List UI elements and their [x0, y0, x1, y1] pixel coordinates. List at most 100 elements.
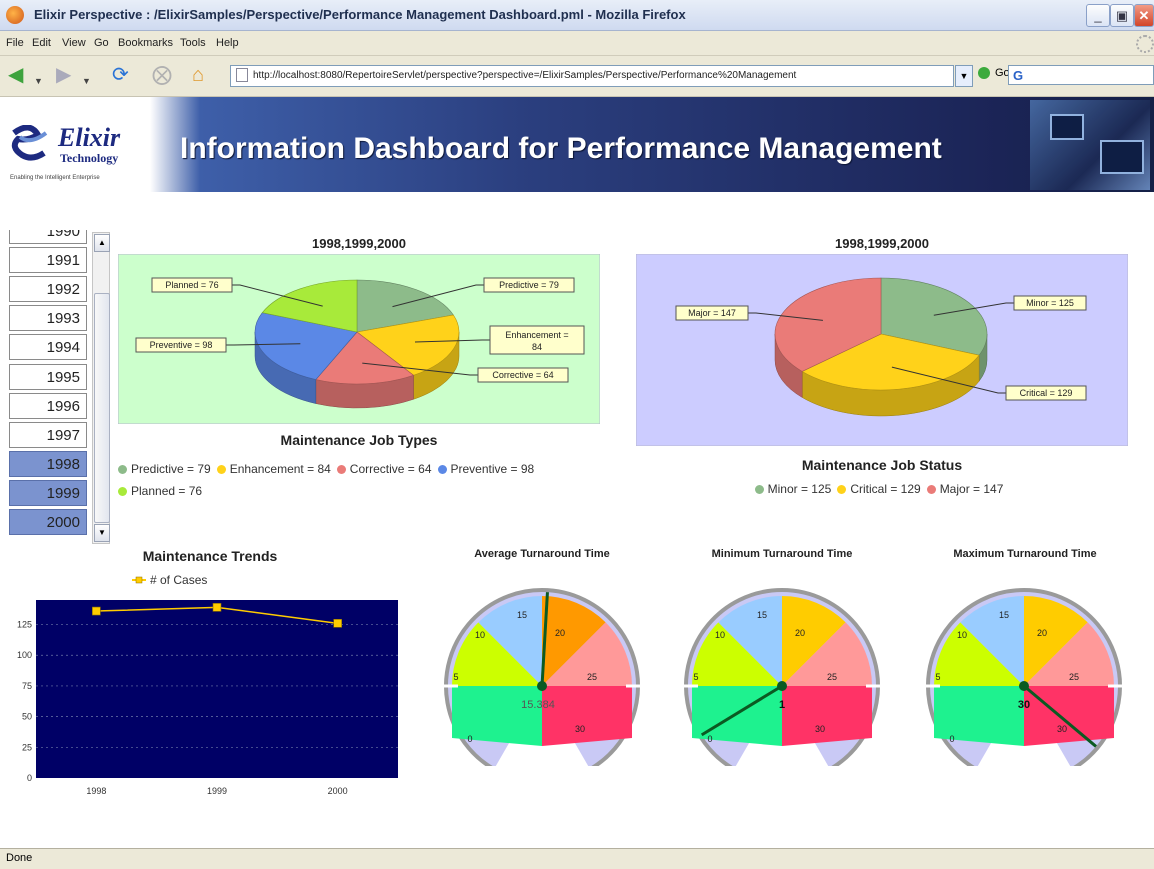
scroll-up-icon[interactable]: ▲: [94, 234, 110, 252]
gauge-tick-label: 0: [949, 734, 954, 744]
gauge-tick-label: 30: [1057, 724, 1067, 734]
gauge-tick-label: 15: [757, 610, 767, 620]
year-option-1999[interactable]: 1999: [9, 479, 87, 506]
dashboard-title: Information Dashboard for Performance Ma…: [180, 132, 942, 165]
chart-plot-area: [36, 600, 398, 778]
gauge-segment: [782, 686, 872, 746]
data-point: [333, 619, 342, 628]
logo-subtitle: Technology: [60, 151, 119, 165]
job-status-pie-chart: Minor = 125 Critical = 129 Major = 147: [636, 254, 1128, 446]
menu-file[interactable]: File: [6, 37, 24, 49]
gauge-tick-label: 30: [575, 724, 585, 734]
legend-dot-icon: [118, 465, 127, 475]
go-button[interactable]: Go: [978, 67, 1010, 80]
legend-item: Planned = 76: [118, 484, 202, 498]
year-option-1993[interactable]: 1993: [9, 305, 87, 332]
gauge-hub: [777, 681, 787, 691]
legend-label: Predictive = 79: [131, 462, 211, 476]
menu-edit[interactable]: Edit: [32, 37, 51, 49]
gauge-segment: [542, 686, 632, 746]
year-option-1995[interactable]: 1995: [9, 363, 87, 390]
year-option-1991[interactable]: 1991: [9, 247, 87, 274]
photo-screen: [1100, 140, 1144, 174]
pie2-caption: Maintenance Job Status: [801, 457, 963, 473]
reload-icon[interactable]: ⟳: [112, 64, 129, 86]
pie-callout-label: Critical = 129: [1020, 388, 1073, 398]
pie2-title: 1998,1999,2000: [835, 236, 929, 251]
forward-dropdown-icon[interactable]: ▼: [82, 70, 91, 92]
gauge-tick-label: 20: [795, 628, 805, 638]
legend-dot-icon: [754, 485, 764, 495]
url-dropdown-icon[interactable]: ▼: [955, 65, 973, 87]
menu-bar: File Edit View Go Bookmarks Tools Help: [0, 31, 1154, 56]
x-tick-label: 1999: [207, 786, 227, 796]
logo-name: Elixir: [58, 123, 121, 152]
stop-icon[interactable]: ⨂: [152, 64, 172, 86]
home-icon[interactable]: ⌂: [192, 64, 204, 86]
year-option-1992[interactable]: 1992: [9, 276, 87, 303]
window-titlebar: Elixir Perspective : /ElixirSamples/Pers…: [0, 0, 1154, 31]
year-option-2000[interactable]: 2000: [9, 509, 87, 535]
logo-tagline: Enabling the Intelligent Enterprise: [10, 175, 100, 181]
back-dropdown-icon[interactable]: ▼: [34, 70, 43, 92]
search-input[interactable]: G: [1008, 65, 1154, 85]
pie-callout-label: Corrective = 64: [492, 370, 553, 380]
maximize-button[interactable]: ▣: [1110, 4, 1134, 27]
gauge-tick-label: 10: [715, 630, 725, 640]
go-icon: [978, 67, 990, 80]
data-point: [92, 606, 101, 616]
year-option-1994[interactable]: 1994: [9, 334, 87, 361]
url-field[interactable]: http://localhost:8080/RepertoireServlet/…: [230, 65, 954, 87]
back-icon[interactable]: ◀: [8, 64, 23, 86]
menu-help[interactable]: Help: [216, 37, 239, 49]
legend-dot-icon: [926, 485, 936, 495]
photo-screen: [1050, 114, 1084, 140]
minimize-button[interactable]: _: [1086, 4, 1110, 27]
y-tick-label: 50: [22, 712, 32, 722]
gauge-tick-label: 25: [827, 672, 837, 682]
data-point: [212, 603, 222, 612]
throbber-icon: [1136, 35, 1154, 53]
pie1-caption: Maintenance Job Types: [280, 432, 438, 448]
scroll-thumb[interactable]: [94, 293, 110, 523]
gauge-segment: [1024, 686, 1114, 746]
trend-title: Maintenance Trends: [142, 548, 278, 564]
y-tick-label: 125: [17, 620, 32, 630]
y-tick-label: 0: [27, 773, 32, 783]
gauge-tick-label: 0: [467, 734, 472, 744]
legend-label: Planned = 76: [131, 484, 203, 498]
minimum-turnaround-gauge: 0 5 10 15 20 25 30 1: [684, 588, 880, 766]
y-tick-label: 75: [22, 681, 32, 691]
year-option-1996[interactable]: 1996: [9, 392, 87, 419]
scroll-down-icon[interactable]: ▼: [94, 524, 110, 542]
year-option-1998[interactable]: 1998: [9, 450, 87, 477]
legend-label: Enhancement = 84: [229, 462, 331, 476]
status-bar: Done: [0, 848, 1154, 869]
gauge-tick-label: 5: [935, 672, 940, 682]
y-tick-label: 100: [17, 650, 32, 660]
legend-item: Corrective = 64: [336, 462, 432, 476]
legend-label: Major = 147: [939, 482, 1004, 496]
legend-item: Critical = 129: [837, 482, 921, 496]
close-button[interactable]: ✕: [1134, 4, 1154, 27]
menu-view[interactable]: View: [62, 37, 86, 49]
gauge-value-label: 1: [779, 699, 785, 711]
legend-marker-icon: [135, 576, 143, 584]
gauge-tick-label: 15: [999, 610, 1009, 620]
forward-icon[interactable]: ▶: [56, 64, 71, 86]
year-option-1997[interactable]: 1997: [9, 421, 87, 448]
gauge-tick-label: 0: [707, 734, 712, 744]
year-option-1990[interactable]: 1990: [9, 230, 87, 244]
menu-tools[interactable]: Tools: [180, 37, 206, 49]
gauge-hub: [537, 681, 547, 691]
firefox-icon: [6, 6, 24, 24]
menu-bookmarks[interactable]: Bookmarks: [118, 37, 173, 49]
legend-label: Minor = 125: [767, 482, 832, 496]
year-filter-list[interactable]: 1990 1991 1992 1993 1994 1995 1996 1997 1998 1999…: [9, 230, 89, 545]
gauge-tick-label: 20: [555, 628, 565, 638]
maintenance-trends-chart: # of Cases 0 25 50 75 100 125 1998 1999 2000: [17, 573, 398, 796]
menu-go[interactable]: Go: [94, 37, 109, 49]
year-list-scrollbar[interactable]: ▲ ▼: [92, 232, 110, 544]
legend-item: Major = 147: [926, 482, 1004, 496]
legend-dot-icon: [837, 485, 847, 495]
